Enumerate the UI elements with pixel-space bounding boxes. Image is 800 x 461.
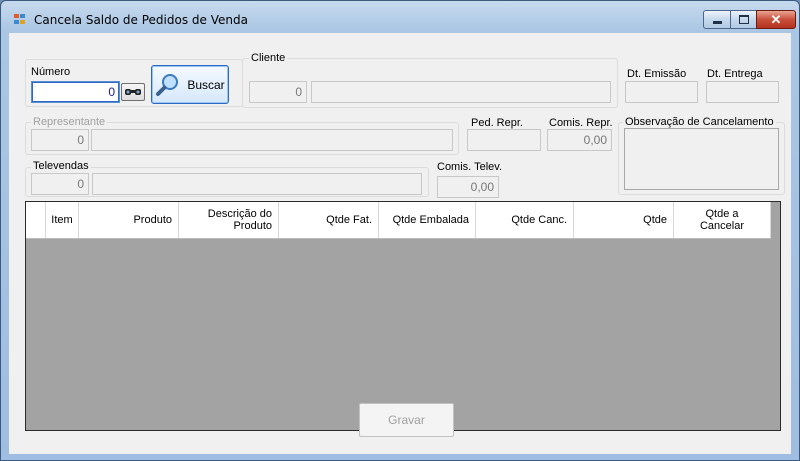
col-descricao[interactable]: Descrição do Produto [179, 202, 279, 238]
cliente-code-field[interactable]: 0 [249, 81, 307, 103]
form-icon [14, 14, 26, 25]
magnifier-icon [156, 73, 179, 96]
comis-repr-label: Comis. Repr. [549, 117, 613, 129]
close-icon: ✕ [770, 11, 782, 27]
representante-label: Representante [31, 116, 108, 128]
app-window: Cancela Saldo de Pedidos de Venda ✕ Núme… [0, 0, 800, 461]
comis-repr-field[interactable]: 0,00 [547, 129, 612, 151]
grid-header: Item Produto Descrição do Produto Qtde F… [26, 202, 771, 239]
col-qtde-fat[interactable]: Qtde Fat. [279, 202, 379, 238]
comis-telev-field[interactable]: 0,00 [437, 176, 499, 198]
ped-repr-label: Ped. Repr. [471, 117, 523, 129]
observacao-label: Observação de Cancelamento [623, 116, 776, 128]
dt-emissao-label: Dt. Emissão [627, 68, 687, 80]
items-grid[interactable]: Item Produto Descrição do Produto Qtde F… [25, 201, 781, 431]
buscar-button[interactable]: Buscar [151, 65, 229, 104]
televendas-name-field[interactable] [92, 173, 422, 195]
gravar-button[interactable]: Gravar [359, 403, 454, 437]
close-button[interactable]: ✕ [756, 10, 796, 29]
buscar-label: Buscar [187, 77, 225, 92]
title-bar[interactable]: Cancela Saldo de Pedidos de Venda ✕ [1, 1, 799, 33]
minimize-button[interactable] [703, 10, 731, 29]
numero-input[interactable]: 0 [31, 81, 120, 103]
gravar-label: Gravar [388, 413, 425, 427]
representante-name-field[interactable] [91, 129, 453, 151]
dt-entrega-field[interactable] [706, 81, 779, 103]
minimize-icon [712, 21, 722, 24]
televendas-code-field[interactable]: 0 [31, 173, 89, 195]
col-qtde-a-cancelar[interactable]: Qtde a Cancelar [674, 202, 771, 238]
form-client-area: Número 0 Buscar Cliente 0 Dt. Emissão Dt… [9, 33, 791, 454]
cliente-name-field[interactable] [311, 81, 611, 103]
televendas-label: Televendas [31, 160, 91, 172]
dt-emissao-field[interactable] [625, 81, 698, 103]
window-title: Cancela Saldo de Pedidos de Venda [34, 13, 248, 27]
col-qtde-canc[interactable]: Qtde Canc. [476, 202, 574, 238]
grid-row-header[interactable] [26, 202, 46, 238]
dt-entrega-label: Dt. Entrega [707, 68, 763, 80]
col-produto[interactable]: Produto [79, 202, 179, 238]
maximize-icon [738, 15, 749, 24]
col-qtde-embalada[interactable]: Qtde Embalada [379, 202, 476, 238]
col-qtde[interactable]: Qtde [574, 202, 674, 238]
col-item[interactable]: Item [46, 202, 79, 238]
observacao-field[interactable] [624, 128, 779, 190]
comis-telev-label: Comis. Telev. [437, 161, 503, 173]
numero-label: Número [31, 66, 71, 78]
lookup-button[interactable] [121, 83, 145, 101]
maximize-button[interactable] [730, 10, 757, 29]
ped-repr-field[interactable] [467, 129, 541, 151]
binoculars-icon [125, 89, 141, 95]
representante-code-field[interactable]: 0 [31, 129, 89, 151]
cliente-label: Cliente [249, 52, 288, 64]
